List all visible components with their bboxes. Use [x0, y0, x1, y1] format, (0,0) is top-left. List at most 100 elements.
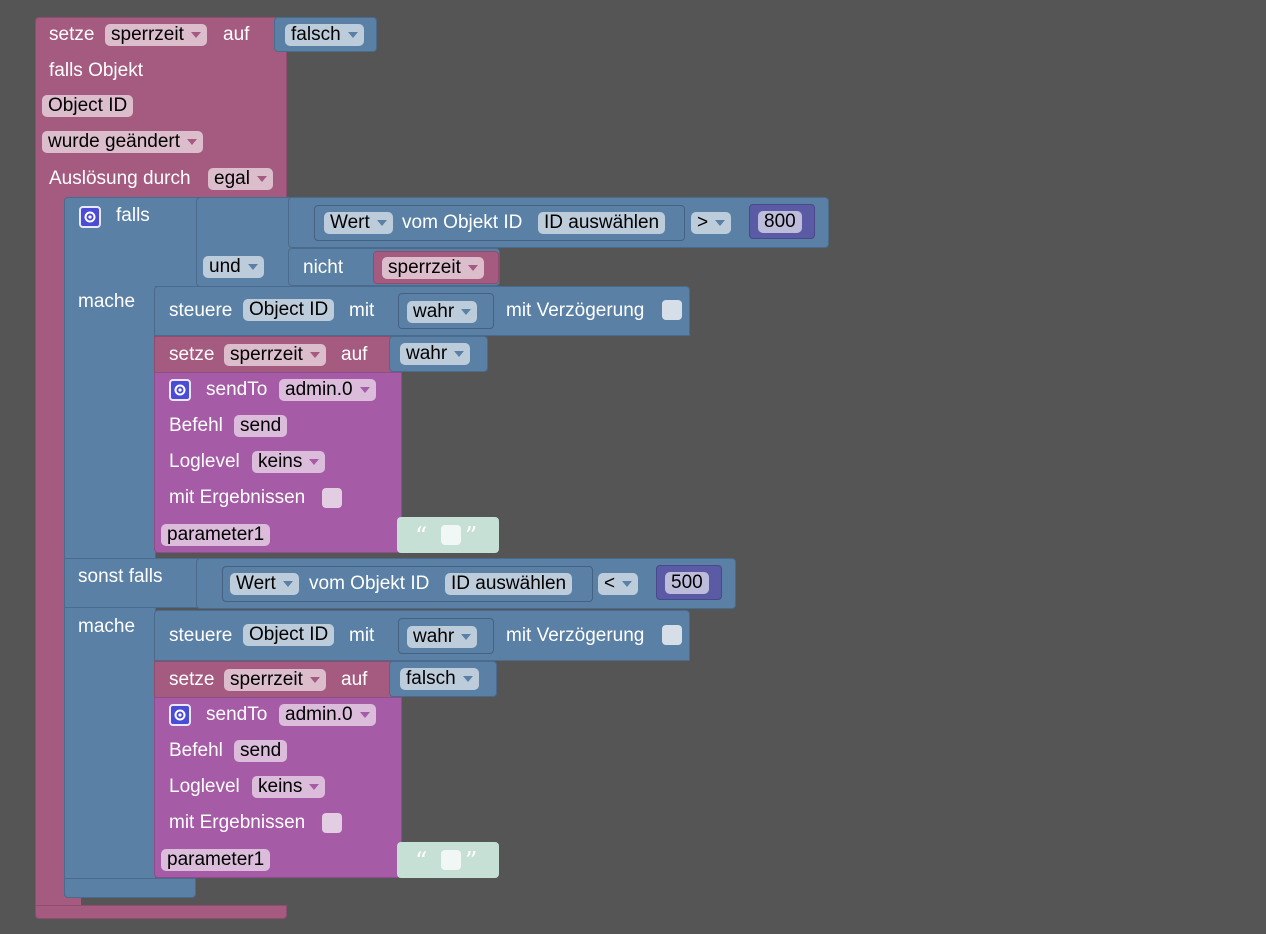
- event-dropdown[interactable]: wurde geändert: [42, 131, 204, 153]
- trigger-title: falls Objekt: [49, 60, 143, 81]
- parameter-name-input[interactable]: parameter1: [161, 849, 271, 871]
- chevron-down-icon: [467, 264, 478, 271]
- boolean-value-block[interactable]: falsch: [274, 17, 377, 52]
- command-label: Befehl: [169, 740, 223, 761]
- gear-icon[interactable]: [169, 704, 191, 726]
- compare-block-1[interactable]: Wert vom Objekt ID ID auswählen > 800: [288, 197, 829, 248]
- object-id-field[interactable]: Object ID: [42, 95, 134, 117]
- from-object-label: vom Objekt ID: [402, 212, 523, 233]
- object-id-picker[interactable]: ID auswählen: [538, 212, 666, 234]
- variable-dropdown[interactable]: sperrzeit: [224, 344, 326, 366]
- logic-and-block[interactable]: und: [196, 197, 293, 287]
- get-value-block-2[interactable]: Wert vom Objekt ID ID auswählen: [222, 566, 593, 602]
- chevron-down-icon: [247, 263, 258, 270]
- object-id-picker[interactable]: ID auswählen: [445, 573, 573, 595]
- close-quote-icon: ”: [465, 847, 478, 875]
- chevron-down-icon: [462, 675, 473, 682]
- boolean-dropdown[interactable]: wahr: [407, 301, 478, 323]
- boolean-dropdown[interactable]: falsch: [400, 668, 479, 690]
- text-input[interactable]: [441, 525, 461, 545]
- variable-dropdown[interactable]: sperrzeit: [224, 669, 326, 691]
- if-block-bottom: [64, 878, 196, 898]
- get-variable-block[interactable]: sperrzeit: [373, 251, 499, 284]
- set-word: setze: [169, 344, 215, 365]
- sendto-block-1[interactable]: sendTo admin.0 Befehl send Loglevel kein…: [154, 372, 402, 553]
- chevron-down-icon: [376, 219, 387, 226]
- chevron-down-icon: [359, 386, 370, 393]
- delay-checkbox[interactable]: [662, 625, 682, 645]
- number-block-2[interactable]: 500: [656, 565, 722, 600]
- auf-word: auf: [341, 669, 368, 690]
- control-block-1[interactable]: steuere Object ID mit wahr mit Verzögeru…: [154, 286, 690, 336]
- control-block-2[interactable]: steuere Object ID mit wahr mit Verzögeru…: [154, 610, 690, 661]
- text-block-1[interactable]: “ ”: [397, 517, 499, 553]
- text-input[interactable]: [441, 850, 461, 870]
- control-word: steuere: [169, 300, 233, 321]
- command-input[interactable]: send: [234, 415, 288, 437]
- sendto-block-2[interactable]: sendTo admin.0 Befehl send Loglevel kein…: [154, 697, 402, 878]
- instance-dropdown[interactable]: admin.0: [279, 704, 376, 726]
- chevron-down-icon: [347, 31, 358, 38]
- with-label: mit: [349, 625, 375, 646]
- chevron-down-icon: [461, 633, 472, 640]
- compare-op-dropdown[interactable]: >: [691, 212, 732, 234]
- trigger-source-dropdown[interactable]: egal: [208, 168, 273, 190]
- text-block-2[interactable]: “ ”: [397, 842, 499, 878]
- if-label: falls: [116, 205, 150, 226]
- variable-dropdown[interactable]: sperrzeit: [105, 24, 207, 46]
- boolean-dropdown[interactable]: falsch: [285, 24, 364, 46]
- chevron-down-icon: [309, 351, 320, 358]
- value-attr-dropdown[interactable]: Wert: [324, 212, 393, 234]
- chevron-down-icon: [190, 31, 201, 38]
- chevron-down-icon: [309, 458, 320, 465]
- set-variable-block-top[interactable]: setze sperrzeit auf: [35, 17, 287, 53]
- number-block-1[interactable]: 800: [749, 204, 815, 239]
- loglevel-label: Loglevel: [169, 451, 240, 472]
- boolean-value-block[interactable]: falsch: [389, 661, 497, 697]
- if-block-header[interactable]: falls mache: [64, 197, 198, 313]
- results-label: mit Ergebnissen: [169, 812, 306, 833]
- chevron-down-icon: [282, 580, 293, 587]
- boolean-value-block[interactable]: wahr: [398, 618, 494, 654]
- gear-icon[interactable]: [79, 206, 101, 228]
- not-block[interactable]: nicht sperrzeit: [288, 248, 500, 286]
- chevron-down-icon: [359, 711, 370, 718]
- number-input[interactable]: 800: [758, 211, 802, 233]
- loglevel-label: Loglevel: [169, 776, 240, 797]
- boolean-dropdown[interactable]: wahr: [407, 626, 478, 648]
- results-checkbox[interactable]: [322, 488, 342, 508]
- loglevel-dropdown[interactable]: keins: [252, 776, 326, 798]
- trigger-source-label: Auslösung durch: [49, 168, 191, 189]
- value-attr-dropdown[interactable]: Wert: [230, 573, 299, 595]
- boolean-value-block[interactable]: wahr: [389, 336, 488, 372]
- compare-block-2[interactable]: Wert vom Objekt ID ID auswählen < 500: [196, 558, 736, 609]
- results-checkbox[interactable]: [322, 813, 342, 833]
- chevron-down-icon: [715, 219, 726, 226]
- set-variable-block-1[interactable]: setze sperrzeit auf: [154, 336, 402, 373]
- boolean-value-block[interactable]: wahr: [398, 293, 494, 329]
- variable-dropdown[interactable]: sperrzeit: [382, 257, 484, 279]
- loglevel-dropdown[interactable]: keins: [252, 451, 326, 473]
- results-label: mit Ergebnissen: [169, 487, 306, 508]
- command-input[interactable]: send: [234, 740, 288, 762]
- object-id-field[interactable]: Object ID: [243, 624, 335, 646]
- parameter-name-input[interactable]: parameter1: [161, 524, 271, 546]
- auf-word: auf: [341, 344, 368, 365]
- sendto-word: sendTo: [206, 379, 268, 400]
- set-variable-block-2[interactable]: setze sperrzeit auf: [154, 661, 402, 698]
- get-value-block-1[interactable]: Wert vom Objekt ID ID auswählen: [314, 205, 685, 241]
- boolean-dropdown[interactable]: wahr: [400, 343, 471, 365]
- chevron-down-icon: [454, 350, 465, 357]
- delay-checkbox[interactable]: [662, 300, 682, 320]
- sendto-word: sendTo: [206, 704, 268, 725]
- object-id-field[interactable]: Object ID: [243, 299, 335, 321]
- compare-op-dropdown[interactable]: <: [598, 573, 639, 595]
- chevron-down-icon: [309, 783, 320, 790]
- number-input[interactable]: 500: [665, 572, 709, 594]
- instance-dropdown[interactable]: admin.0: [279, 379, 376, 401]
- gear-icon[interactable]: [169, 379, 191, 401]
- chevron-down-icon: [256, 175, 267, 182]
- logic-op-dropdown[interactable]: und: [203, 256, 264, 278]
- chevron-down-icon: [622, 580, 633, 587]
- chevron-down-icon: [461, 308, 472, 315]
